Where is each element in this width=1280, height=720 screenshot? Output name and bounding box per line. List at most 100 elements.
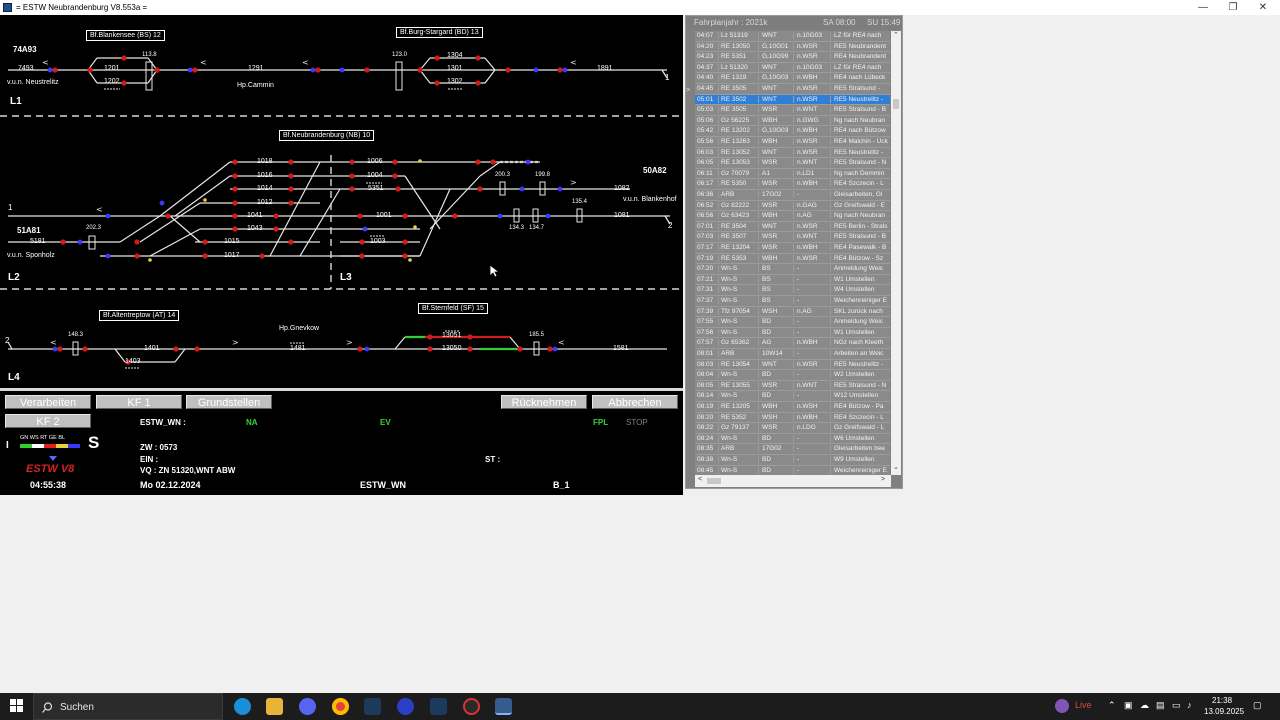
- start-button[interactable]: [10, 699, 24, 713]
- close-button[interactable]: ✕: [1248, 1, 1278, 14]
- fahrplan-list[interactable]: 04:07 Lz 51319 WNT n.10G03 LZ für RE4 nach 04…: [695, 31, 890, 475]
- app-icon-blue[interactable]: [397, 698, 414, 715]
- stop-indicator[interactable]: STOP: [626, 418, 648, 427]
- fahrplan-row[interactable]: 07:03 RE 3507 WSR n.WNT RE5 Stralsund - B: [695, 232, 890, 243]
- track-number[interactable]: 1081: [614, 212, 630, 219]
- fahrplan-row[interactable]: 05:42 RE 13202 G,10G03 n.WBH RE4 nach Bützow: [695, 126, 890, 137]
- fahrplan-row[interactable]: 06:56 Gz 63423 WBH n.AG Ng nach Neubran: [695, 211, 890, 222]
- track-number[interactable]: 1016: [257, 172, 273, 179]
- track-number[interactable]: 1015: [224, 238, 240, 245]
- kf1-button[interactable]: KF 1: [96, 395, 182, 409]
- network-icon[interactable]: ▭: [1172, 700, 1181, 711]
- fahrplan-row[interactable]: 07:55 Wn-S BD - Anmeldung Weic: [695, 317, 890, 328]
- track-number[interactable]: 1001: [376, 212, 392, 219]
- taskbar-time[interactable]: 21:38: [1212, 696, 1232, 705]
- edge-icon[interactable]: [234, 698, 251, 715]
- fahrplan-row[interactable]: 07:20 Wn-S BS - Anmeldung Weic: [695, 264, 890, 275]
- estw-taskbar-icon[interactable]: [495, 698, 512, 715]
- horizontal-scrollbar[interactable]: < >: [695, 475, 891, 487]
- ruecknehmen-button[interactable]: Rücknehmen: [501, 395, 587, 409]
- app-icon-red[interactable]: [463, 698, 480, 715]
- fahrplan-row[interactable]: 08:20 RE 5352 WSH n.WBH RE4 Szczecin - L: [695, 413, 890, 424]
- track-number[interactable]: 1012: [257, 199, 273, 206]
- scroll-right-icon[interactable]: >: [881, 476, 885, 483]
- steam-alt-icon[interactable]: [430, 698, 447, 715]
- taskbar-date[interactable]: 13.09.2025: [1204, 707, 1244, 716]
- fahrplan-row[interactable]: 06:03 RE 13052 WNT n.WSR RE5 Neustrelitz -: [695, 148, 890, 159]
- track-number[interactable]: 7493: [18, 65, 34, 72]
- fahrplan-row[interactable]: 07:19 RE 5353 WBH n.WSR RE4 Bützow - Sz: [695, 254, 890, 265]
- track-number[interactable]: 1006: [367, 158, 383, 165]
- ev-indicator[interactable]: EV: [380, 418, 391, 427]
- volume-icon[interactable]: ♪: [1187, 700, 1192, 710]
- track-number[interactable]: 1014: [257, 185, 273, 192]
- fahrplan-row[interactable]: 05:56 RE 13263 WBH n.WSR RE4 Malchin - Ück: [695, 137, 890, 148]
- fahrplan-row[interactable]: 04:45 RE 3505 WNT n.WSR RE5 Stralsund -: [695, 84, 890, 95]
- fahrplan-row[interactable]: 07:17 RE 13204 WSR n.WBH RE4 Pasewalk - B: [695, 243, 890, 254]
- track-number[interactable]: 5181: [30, 238, 46, 245]
- scroll-up-icon[interactable]: ⌃: [893, 31, 899, 39]
- fahrplan-row[interactable]: 07:37 Wn-S BS - Weichenreiniger E: [695, 296, 890, 307]
- grundstellen-button[interactable]: Grundstellen: [186, 395, 272, 409]
- fahrplan-row[interactable]: 08:24 Wn-S BD - W6 Umstellen: [695, 434, 890, 445]
- scroll-thumb[interactable]: [893, 99, 899, 109]
- track-number[interactable]: 13051: [442, 332, 461, 339]
- abbrechen-button[interactable]: Abbrechen: [592, 395, 678, 409]
- track-number[interactable]: 1202: [104, 78, 120, 85]
- station-neubrandenburg[interactable]: Bf.Neubrandenburg (NB) 10: [279, 130, 375, 141]
- track-number[interactable]: 5351: [368, 185, 384, 192]
- fahrplan-row[interactable]: 08:03 RE 13054 WNT n.WSR RE5 Neustrelitz -: [695, 360, 890, 371]
- hscroll-thumb[interactable]: [707, 478, 721, 484]
- track-number[interactable]: 1301: [447, 65, 463, 72]
- track-number[interactable]: 1003: [370, 238, 386, 245]
- fahrplan-row[interactable]: 07:21 Wn-S BS - W1 Umstellen: [695, 275, 890, 286]
- fahrplan-row[interactable]: 08:04 Wn-S BD - W2 Umstellen: [695, 370, 890, 381]
- fahrplan-row[interactable]: 08:05 RE 13055 WSR n.WNT RE5 Stralsund - N: [695, 381, 890, 392]
- track-number[interactable]: 1201: [104, 65, 120, 72]
- track-number[interactable]: 1004: [367, 172, 383, 179]
- na-indicator[interactable]: NA: [246, 418, 258, 427]
- fahrplan-row[interactable]: 08:01 ARB 10W14- Arbeiten an Weic: [695, 349, 890, 360]
- track-number[interactable]: 1041: [247, 212, 263, 219]
- fahrplan-row[interactable]: 08:19 RE 13205 WBH n.WSH RE4 Bützow - Pa: [695, 402, 890, 413]
- tray-app2-icon[interactable]: ▤: [1156, 700, 1165, 711]
- fahrplan-row[interactable]: 08:35 ARB 17G02- Gleisarbeiten bee: [695, 444, 890, 455]
- scroll-left-icon[interactable]: <: [698, 476, 702, 483]
- track-number[interactable]: 1043: [247, 225, 263, 232]
- fahrplan-row[interactable]: 04:20 RE 13050 G,10G01 n.WSR RE5 Neubrandent: [695, 42, 890, 53]
- track-number[interactable]: 1304: [447, 52, 463, 59]
- fahrplan-row[interactable]: 04:37 Lz 51320 WNT n.10G03 LZ für RE4 nach: [695, 63, 890, 74]
- fahrplan-row[interactable]: 07:31 Wn-S BS - W4 Umstellen: [695, 285, 890, 296]
- fahrplan-row[interactable]: 05:06 Gz 56225 WBH n.GWG Ng nach Neubran: [695, 116, 890, 127]
- fahrplan-row[interactable]: 05:01 RE 3502 WNT n.WSR RE5 Neustrelitz -: [695, 94, 890, 106]
- vertical-scrollbar[interactable]: ⌃ ⌄: [891, 31, 901, 475]
- tray-chevron-icon[interactable]: ⌃: [1108, 700, 1116, 711]
- fahrplan-row[interactable]: 04:07 Lz 51319 WNT n.10G03 LZ für RE4 nach: [695, 31, 890, 42]
- track-number[interactable]: 1018: [257, 158, 273, 165]
- fahrplan-row[interactable]: 06:36 ARB 17G02- Gleisarbeiten, Gl: [695, 190, 890, 201]
- fahrplan-row[interactable]: 05:03 RE 3505 WSR n.WNT RE5 Stralsund - B: [695, 105, 890, 116]
- live-label[interactable]: Live: [1075, 700, 1092, 710]
- track-number[interactable]: 1891: [597, 65, 613, 72]
- fahrplan-row[interactable]: 06:52 Gz 82222 WSR n.GAG Gz Greifswald - E: [695, 201, 890, 212]
- track-number[interactable]: 13050: [442, 345, 461, 352]
- fahrplan-row[interactable]: 04:23 RE 5351 G,10G99 n.WSR RE4 Neubrandent: [695, 52, 890, 63]
- live-icon[interactable]: [1055, 699, 1069, 713]
- station-altentreptow[interactable]: Bf.Altentreptow (AT) 14: [99, 310, 180, 321]
- station-sternfeld[interactable]: Bf.Sternfeld (SF) 15: [418, 303, 488, 314]
- station-blankensee[interactable]: Bf.Blankensee (BS) 12: [86, 30, 165, 41]
- fahrplan-row[interactable]: 04:40 RE 1319 G,10G03 n.WBH RE4 nach Lübeck: [695, 73, 890, 84]
- fahrplan-row[interactable]: 08:14 Wn-S BD - W12 Umstellen: [695, 391, 890, 402]
- fahrplan-row[interactable]: 06:11 Gz 70079 A1 n.LD1 Ng nach Demmin: [695, 169, 890, 180]
- track-number[interactable]: 1481: [290, 345, 306, 352]
- track-number[interactable]: 1082: [614, 185, 630, 192]
- kf2-button[interactable]: KF 2: [5, 414, 91, 428]
- track-number[interactable]: 1291: [248, 65, 264, 72]
- fahrplan-row[interactable]: 08:45 Wn-S BD - Weichenreiniger E: [695, 466, 890, 475]
- fahrplan-row[interactable]: 07:39 Tfz 97054 WSH n.AG SKL zurück nach: [695, 307, 890, 318]
- fahrplan-row[interactable]: 06:05 RE 13053 WSR n.WNT RE5 Stralsund - N: [695, 158, 890, 169]
- fahrplan-row[interactable]: 06:17 RE 5350 WSR n.WBH RE4 Szczecin - L: [695, 179, 890, 190]
- fahrplan-row[interactable]: 08:38 Wn-S BD - W9 Umstellen: [695, 455, 890, 466]
- track-number[interactable]: 1017: [224, 252, 240, 259]
- verarbeiten-button[interactable]: Verarbeiten: [5, 395, 91, 409]
